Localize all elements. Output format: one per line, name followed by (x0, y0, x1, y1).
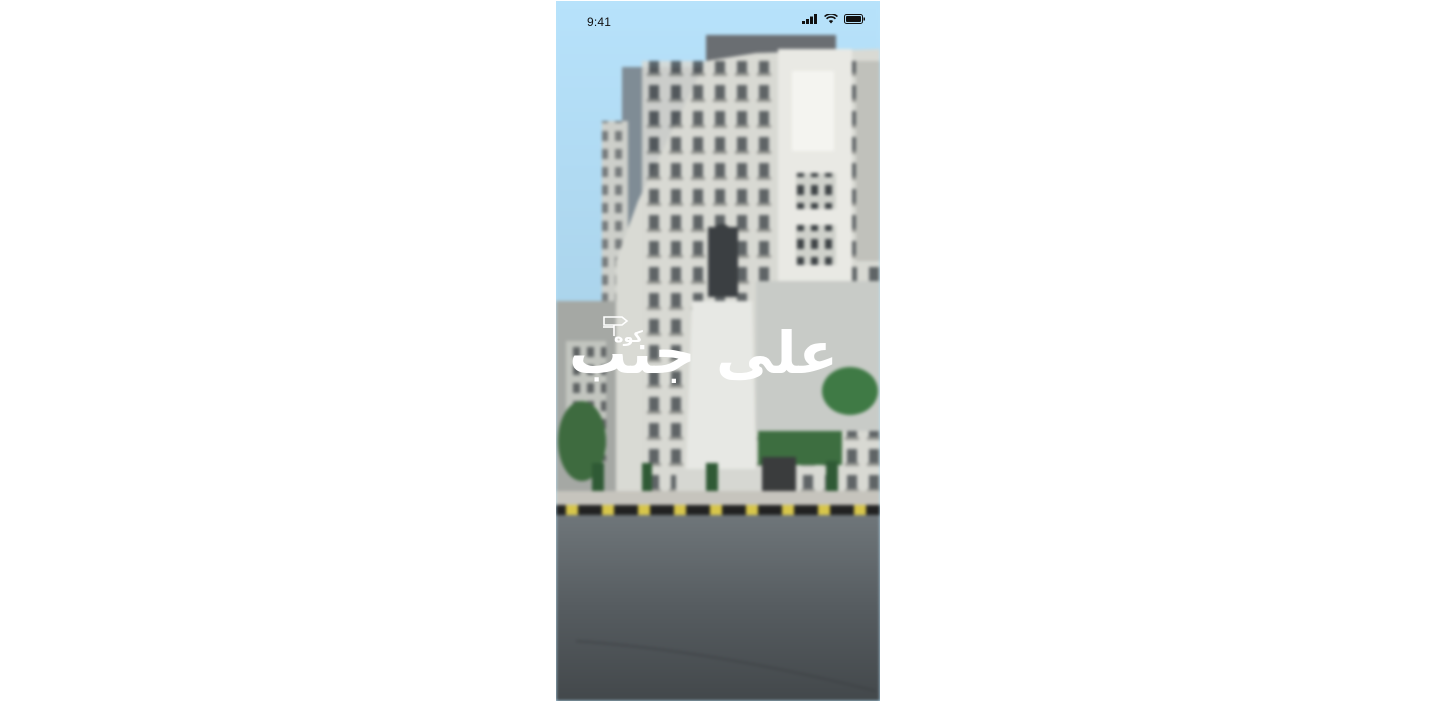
cellular-signal-icon (802, 14, 817, 24)
status-time: 9:41 (587, 15, 612, 29)
app-logo: كوه على جنب (569, 313, 840, 393)
logo-title: على جنب (568, 319, 840, 387)
wifi-icon (824, 14, 838, 24)
status-icons (802, 14, 866, 24)
status-bar: 9:41 (556, 1, 880, 41)
phone-screen: 9:41 كوه على جنب (556, 1, 880, 701)
battery-icon (844, 14, 865, 24)
